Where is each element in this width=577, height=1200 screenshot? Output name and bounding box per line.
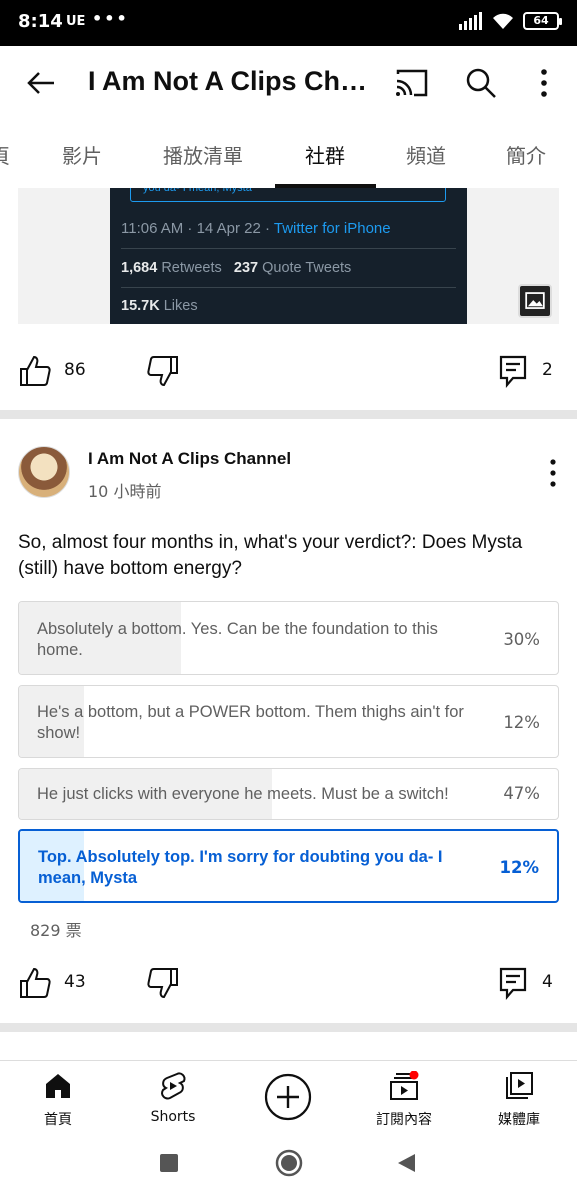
- nav-library[interactable]: 媒體庫: [469, 1071, 569, 1129]
- comment-icon[interactable]: [498, 354, 528, 388]
- post-text: So, almost four months in, what's your v…: [18, 532, 523, 579]
- tweet-source: Twitter for iPhone: [273, 220, 391, 237]
- nav-home[interactable]: 首頁: [8, 1071, 108, 1129]
- library-icon: [506, 1072, 533, 1099]
- poll-option-label: Top. Absolutely top. I'm sorry for doubt…: [38, 848, 443, 887]
- poll-option-percent: 30%: [503, 630, 540, 649]
- nav-subscriptions[interactable]: 訂閱內容: [354, 1071, 454, 1129]
- post-image[interactable]: you da- I mean, Mysta 11:06 AM · 14 Apr …: [18, 188, 559, 324]
- app-bar: I Am Not A Clips Channel: [0, 46, 577, 120]
- like-count: 43: [64, 972, 86, 992]
- channel-tabs: 頁 影片 播放清單 社群 頻道 簡介: [0, 120, 577, 188]
- dislike-icon[interactable]: [146, 354, 180, 388]
- create-icon[interactable]: [264, 1073, 312, 1121]
- recents-icon[interactable]: [160, 1154, 178, 1172]
- wifi-icon: [493, 13, 513, 29]
- signal-icon: [459, 12, 482, 30]
- back-triangle-icon[interactable]: [396, 1153, 416, 1173]
- page-title: I Am Not A Clips Channel: [88, 66, 378, 96]
- nav-library-label: 媒體庫: [498, 1112, 540, 1128]
- tab-videos[interactable]: 影片: [62, 140, 102, 169]
- poll-option-label: He just clicks with everyone he meets. M…: [37, 785, 449, 803]
- like-count: 86: [64, 360, 86, 380]
- tweet-time: 11:06 AM · 14 Apr 22 ·: [121, 220, 274, 237]
- tab-community[interactable]: 社群: [305, 140, 345, 169]
- post-actions: 43 4: [0, 958, 577, 1008]
- tab-playlists[interactable]: 播放清單: [163, 140, 243, 169]
- status-time: 8:14: [18, 11, 63, 32]
- like-icon[interactable]: [18, 966, 52, 1000]
- poll-vote-count: 829 票: [30, 921, 82, 940]
- tab-home[interactable]: 頁: [0, 140, 10, 169]
- subscriptions-icon: [390, 1071, 419, 1100]
- post-actions: 86 2: [0, 346, 577, 396]
- tweet-retweets-label: Retweets: [161, 260, 222, 276]
- poll-option-selected[interactable]: Top. Absolutely top. I'm sorry for doubt…: [18, 829, 559, 903]
- poll-option-percent: 47%: [503, 784, 540, 803]
- more-vert-icon[interactable]: [530, 66, 558, 100]
- tweet-likes-label: Likes: [163, 298, 198, 314]
- tweet-quote-snippet: you da- I mean, Mysta: [130, 188, 446, 202]
- tab-channels[interactable]: 頻道: [406, 140, 446, 169]
- tab-about[interactable]: 簡介: [506, 140, 546, 169]
- status-carrier: UE: [66, 14, 86, 29]
- comment-count: 4: [542, 972, 553, 992]
- poll-option-percent: 12%: [499, 858, 540, 877]
- comment-count: 2: [542, 360, 553, 380]
- bottom-nav: 首頁 Shorts 訂閱內容 媒體庫: [0, 1060, 577, 1140]
- poll-option-label: He's a bottom, but a POWER bottom. Them …: [37, 703, 464, 742]
- post-divider: [0, 410, 577, 419]
- status-notification-dots: •••: [92, 9, 129, 28]
- comment-icon[interactable]: [498, 966, 528, 1000]
- nav-shorts[interactable]: Shorts: [123, 1071, 223, 1125]
- poll-option[interactable]: He just clicks with everyone he meets. M…: [18, 768, 559, 820]
- tweet-screenshot: you da- I mean, Mysta 11:06 AM · 14 Apr …: [110, 188, 467, 324]
- poll-option-percent: 12%: [503, 713, 540, 732]
- avatar[interactable]: [18, 446, 70, 498]
- post-divider: [0, 1023, 577, 1032]
- tweet-divider: [121, 248, 456, 249]
- tweet-retweets-count: 1,684: [121, 260, 158, 276]
- post-more-icon[interactable]: [542, 456, 564, 490]
- shorts-icon: [161, 1072, 186, 1100]
- like-icon[interactable]: [18, 354, 52, 388]
- poll-option[interactable]: He's a bottom, but a POWER bottom. Them …: [18, 685, 559, 758]
- post-channel-name[interactable]: I Am Not A Clips Channel: [88, 449, 291, 469]
- poll-option-label: Absolutely a bottom. Yes. Can be the fou…: [37, 620, 438, 659]
- battery-icon: 64: [523, 12, 562, 30]
- poll-option[interactable]: Absolutely a bottom. Yes. Can be the fou…: [18, 601, 559, 675]
- nav-home-label: 首頁: [44, 1112, 72, 1128]
- tweet-stats-row: 1,684 Retweets 237 Quote Tweets: [121, 260, 351, 276]
- tweet-likes-count: 15.7K: [121, 298, 160, 314]
- nav-shorts-label: Shorts: [150, 1109, 196, 1125]
- home-button-icon[interactable]: [275, 1149, 303, 1177]
- image-icon: [518, 284, 552, 318]
- tweet-meta: 11:06 AM · 14 Apr 22 · Twitter for iPhon…: [121, 220, 391, 237]
- tweet-likes-row: 15.7K Likes: [121, 298, 198, 314]
- dislike-icon[interactable]: [146, 966, 180, 1000]
- tweet-quotes-label: Quote Tweets: [262, 260, 352, 276]
- home-icon: [46, 1074, 70, 1098]
- search-icon[interactable]: [464, 66, 498, 100]
- tweet-divider: [121, 287, 456, 288]
- post-time: 10 小時前: [88, 482, 162, 501]
- nav-subscriptions-label: 訂閱內容: [376, 1112, 432, 1128]
- tweet-quotes-count: 237: [233, 260, 259, 276]
- back-arrow-icon[interactable]: [24, 66, 58, 100]
- cast-icon[interactable]: [394, 68, 430, 98]
- system-nav-bar: [0, 1140, 577, 1200]
- status-bar: 8:14 UE ••• 64: [0, 0, 577, 46]
